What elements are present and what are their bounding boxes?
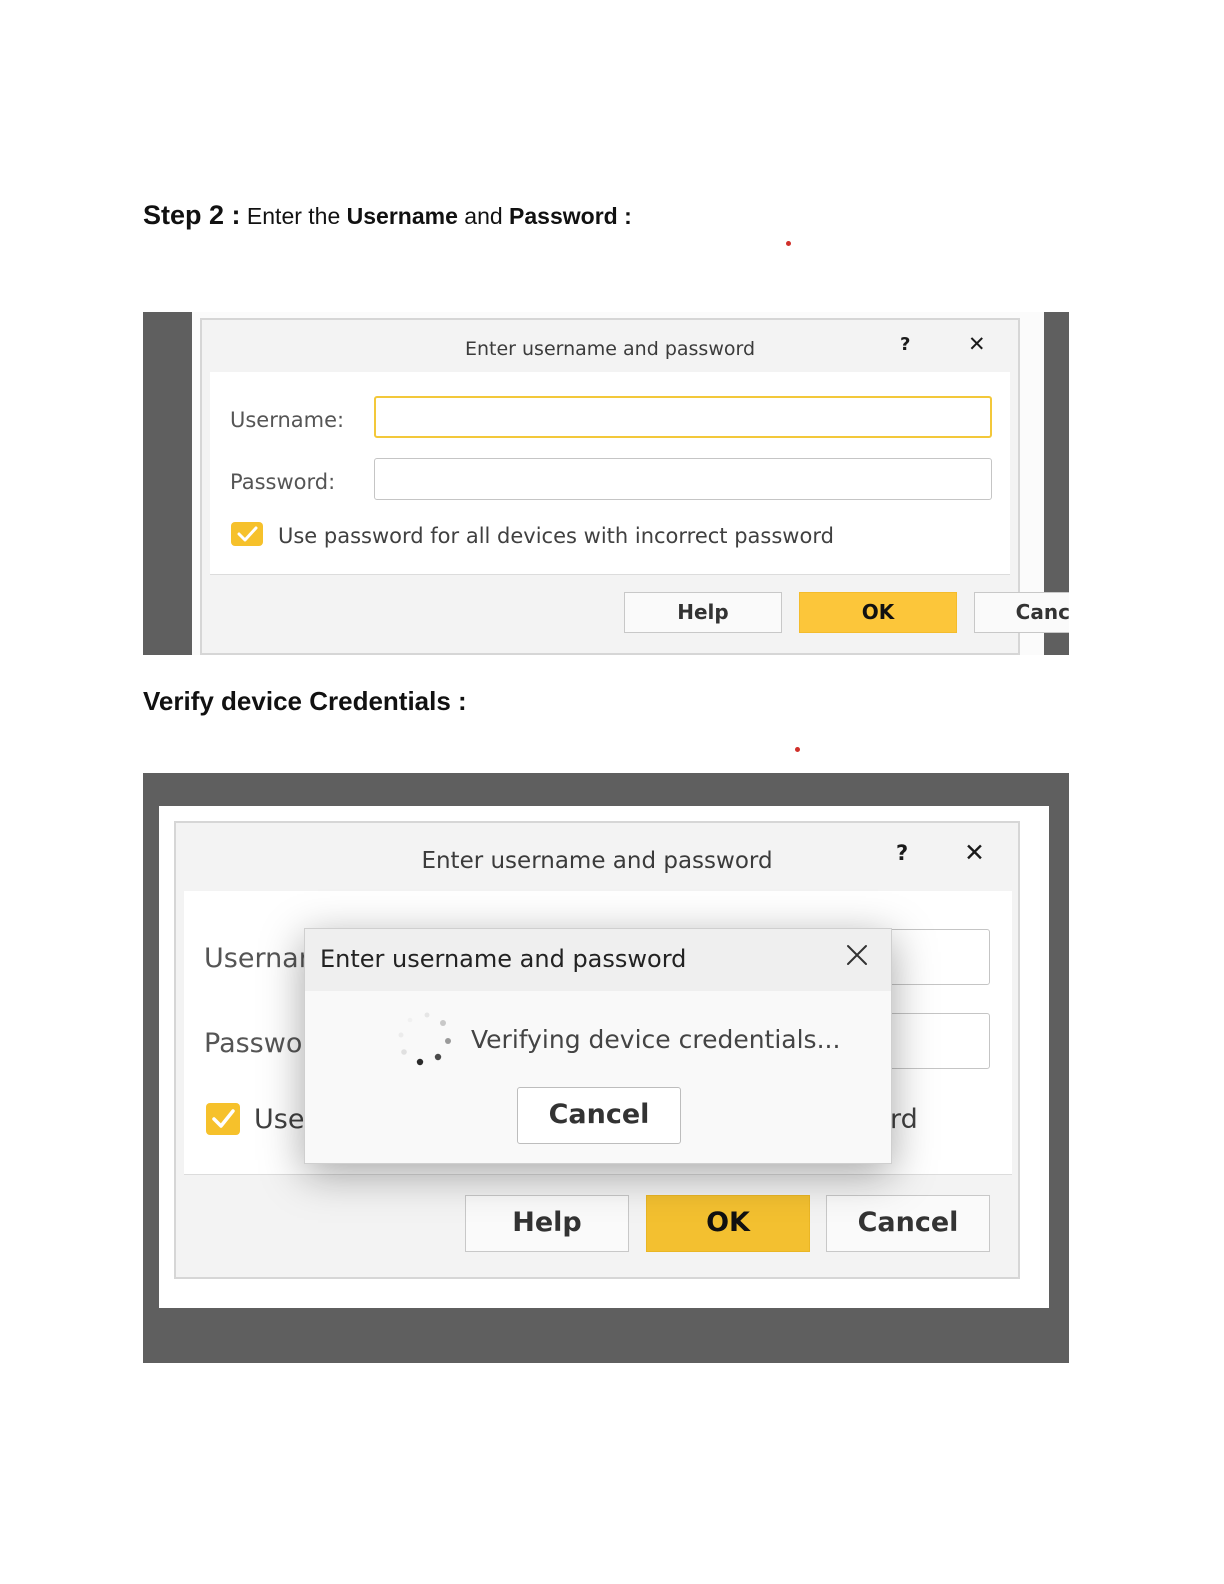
- help-button[interactable]: Help: [465, 1195, 629, 1252]
- heading-text-1: Enter the: [246, 203, 341, 229]
- footer-divider: [210, 574, 1010, 575]
- help-icon[interactable]: ?: [900, 334, 910, 355]
- popup-cancel-button[interactable]: Cancel: [517, 1087, 681, 1144]
- close-icon[interactable]: [845, 943, 869, 972]
- popup-title: Enter username and password: [320, 945, 687, 973]
- username-label: Username:: [230, 408, 345, 432]
- close-icon[interactable]: ✕: [968, 332, 986, 356]
- step-2-heading: Step 2 : Enter the Username and Password…: [143, 202, 632, 229]
- screenshot-login-dialog: Enter username and password ? ✕ Username…: [143, 312, 1069, 655]
- help-button[interactable]: Help: [624, 592, 782, 633]
- heading-bold-password: Password: [509, 203, 618, 229]
- login-dialog: Enter username and password ? ✕ Username…: [200, 318, 1069, 655]
- step-label: Step 2 :: [143, 200, 241, 230]
- username-label: Usernan: [204, 943, 316, 974]
- cancel-button[interactable]: Cancel: [826, 1195, 990, 1252]
- password-label: Passwor: [204, 1028, 314, 1059]
- dialog-title: Enter username and password: [464, 338, 756, 360]
- verifying-popup: Enter username and password Verifying de…: [304, 928, 892, 1164]
- red-marker-dot: [795, 747, 800, 752]
- ok-button[interactable]: OK: [799, 592, 957, 633]
- checkbox-label-tail: rd: [890, 1104, 918, 1135]
- footer-divider: [184, 1174, 1012, 1175]
- username-input[interactable]: [374, 396, 992, 438]
- checkmark-icon: [212, 1109, 235, 1128]
- use-password-checkbox[interactable]: [206, 1103, 240, 1135]
- red-marker-dot: [786, 241, 791, 246]
- use-password-checkbox-label: Use: [254, 1104, 305, 1135]
- loading-spinner-icon: [398, 1012, 451, 1066]
- close-icon[interactable]: ✕: [964, 838, 985, 867]
- ok-button[interactable]: OK: [646, 1195, 810, 1252]
- help-icon[interactable]: ?: [896, 841, 908, 865]
- password-label: Password:: [230, 470, 336, 494]
- dialog-body: Username: Password: Use password for all…: [210, 372, 1010, 574]
- dialog-title: Enter username and password: [421, 848, 773, 874]
- screenshot-verifying-dialog: Enter username and password ? ✕ Usernan …: [143, 773, 1069, 1363]
- use-password-checkbox[interactable]: [231, 522, 263, 546]
- verifying-message: Verifying device credentials...: [471, 1025, 841, 1054]
- heading-colon: :: [624, 203, 632, 229]
- heading-text-2: and: [464, 203, 503, 229]
- heading-bold-username: Username: [346, 203, 458, 229]
- cancel-button[interactable]: Cancel: [974, 592, 1069, 633]
- checkmark-icon: [237, 526, 258, 542]
- password-input[interactable]: [374, 458, 992, 500]
- use-password-checkbox-label: Use password for all devices with incorr…: [278, 524, 834, 548]
- verify-credentials-heading: Verify device Credentials :: [143, 686, 467, 716]
